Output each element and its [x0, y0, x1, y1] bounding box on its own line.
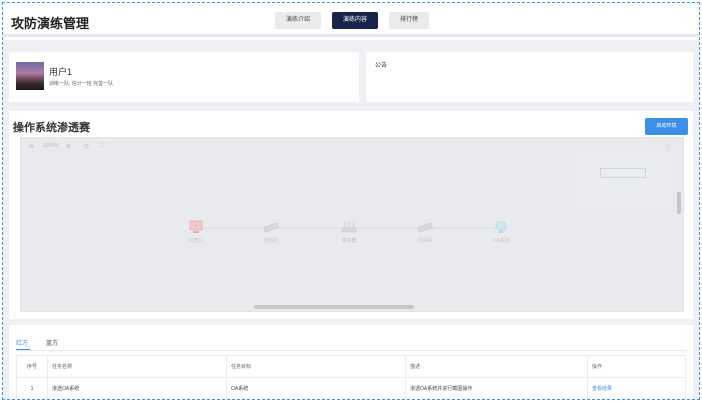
node-switch-2[interactable]: 交换机	[405, 220, 445, 244]
attacker-icon	[189, 220, 203, 233]
node-oa-system[interactable]: OA系统	[481, 220, 521, 244]
section-title: 操作系统渗透赛	[13, 122, 90, 134]
table-header: 序号 任务名称 任务目标 描述 操作	[17, 356, 685, 378]
tab-leaderboard[interactable]: 排行榜	[389, 12, 430, 29]
tab-red-team[interactable]: 红方	[16, 338, 28, 347]
notice-title: 公告	[375, 63, 388, 69]
node-attacker[interactable]: 攻击机	[176, 220, 216, 244]
column-header: 描述	[405, 356, 587, 378]
minimap[interactable]	[576, 152, 672, 208]
avatar	[16, 62, 44, 90]
task-table: 序号 任务名称 任务目标 描述 操作 1 渗透OA系统 OA系统 渗透OA系统并…	[16, 355, 686, 399]
cell-index: 1	[30, 386, 34, 392]
column-header: 任务目标	[226, 356, 405, 378]
node-label: 路由器	[341, 238, 357, 244]
column-header: 操作	[587, 356, 686, 378]
view-result-link[interactable]: 查看结果	[592, 386, 612, 392]
tab-content[interactable]: 演练内容	[332, 12, 379, 29]
start-environment-button[interactable]: 启动环境	[645, 118, 688, 135]
task-card: 红方 蓝方 序号 任务名称 任务目标 描述 操作 1 渗透OA系统 OA系统 渗…	[9, 325, 693, 399]
node-label: OA系统	[492, 238, 510, 244]
user-name: 用户1	[49, 67, 73, 77]
cell-action: 查看结果	[587, 378, 686, 399]
tab-intro[interactable]: 演练介绍	[275, 12, 322, 29]
notice-card: 公告	[366, 52, 693, 102]
column-header: 序号	[26, 364, 37, 370]
horizontal-scrollbar[interactable]	[254, 305, 414, 309]
node-label: 交换机	[417, 238, 433, 244]
node-switch-1[interactable]: 交换机	[251, 220, 291, 244]
active-tab-indicator	[16, 349, 30, 350]
column-header: 任务名称	[47, 356, 226, 378]
tab-divider	[16, 350, 686, 351]
header-tabs: 演练介绍 演练内容 排行榜	[275, 12, 430, 29]
minimap-viewport[interactable]	[600, 168, 646, 178]
router-icon	[341, 220, 357, 233]
switch-icon	[417, 222, 433, 233]
cell-task-name: 渗透OA系统	[47, 378, 226, 399]
user-teams: 训练一队, 信计一班 完善一队	[49, 81, 114, 87]
vertical-scrollbar[interactable]	[677, 192, 681, 214]
tab-blue-team[interactable]: 蓝方	[46, 338, 58, 347]
node-label: 攻击机	[188, 238, 204, 244]
table-row: 1 渗透OA系统 OA系统 渗透OA系统并进行截图操作 查看结果	[17, 378, 686, 399]
switch-icon	[263, 222, 279, 233]
node-label: 交换机	[263, 238, 279, 244]
app-header: 攻防演练管理 演练介绍 演练内容 排行榜	[3, 3, 699, 37]
node-router[interactable]: 路由器	[329, 220, 369, 244]
cell-description: 渗透OA系统并进行截图操作	[405, 378, 587, 399]
app-frame: 攻防演练管理 演练介绍 演练内容 排行榜 用户1 训练一队, 信计一班 完善一队…	[2, 2, 700, 400]
cell-task-target: OA系统	[226, 378, 405, 399]
topology-canvas[interactable]: ⊖ 100% ⊕ ⊙ ⛶ ⓘ 攻击机 交换机 路由器 交换机 OA系统	[20, 137, 684, 312]
server-icon	[495, 221, 507, 233]
topology-card: 操作系统渗透赛 启动环境 ⊖ 100% ⊕ ⊙ ⛶ ⓘ 攻击机 交换机 路由器	[9, 111, 693, 319]
page-title: 攻防演练管理	[11, 17, 90, 32]
user-card: 用户1 训练一队, 信计一班 完善一队	[9, 52, 359, 102]
